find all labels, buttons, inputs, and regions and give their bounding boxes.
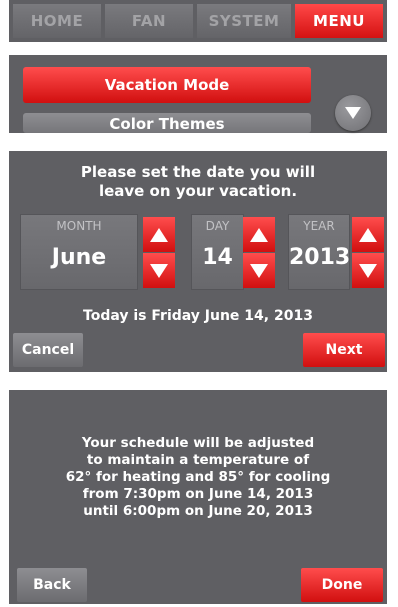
- month-value: June: [51, 245, 107, 270]
- menu-item-vacation-mode[interactable]: Vacation Mode: [23, 67, 311, 103]
- month-up-button[interactable]: [143, 217, 175, 252]
- day-field: DAY 14: [191, 214, 244, 290]
- done-button[interactable]: Done: [301, 568, 383, 602]
- arrow-up-icon: [250, 227, 268, 242]
- month-label: MONTH: [56, 219, 102, 233]
- day-label: DAY: [205, 219, 230, 233]
- month-down-button[interactable]: [143, 253, 175, 288]
- tab-system[interactable]: SYSTEM: [197, 4, 291, 38]
- year-value: 2013: [289, 245, 351, 270]
- day-up-button[interactable]: [243, 217, 275, 252]
- scroll-down-button[interactable]: [335, 95, 371, 131]
- summary-message: Your schedule will be adjusted to mainta…: [65, 435, 331, 519]
- top-nav-bar: HOME FAN SYSTEM MENU: [9, 0, 387, 42]
- arrow-down-icon: [359, 263, 377, 278]
- year-label: YEAR: [303, 219, 335, 233]
- tab-menu[interactable]: MENU: [295, 4, 383, 38]
- today-date-text: Today is Friday June 14, 2013: [83, 308, 313, 324]
- year-field: YEAR 2013: [288, 214, 350, 290]
- month-field: MONTH June: [20, 214, 138, 290]
- menu-item-color-themes[interactable]: Color Themes: [23, 113, 311, 133]
- menu-list-panel: Vacation Mode Color Themes: [9, 55, 387, 133]
- schedule-summary-panel: Your schedule will be adjusted to mainta…: [9, 390, 387, 604]
- year-up-button[interactable]: [352, 217, 384, 252]
- next-button[interactable]: Next: [303, 333, 385, 367]
- day-value: 14: [202, 245, 233, 270]
- arrow-up-icon: [359, 227, 377, 242]
- vacation-date-panel: Please set the date you will leave on yo…: [9, 151, 387, 372]
- date-prompt: Please set the date you will leave on yo…: [80, 163, 316, 200]
- tab-home[interactable]: HOME: [13, 4, 101, 38]
- arrow-up-icon: [150, 227, 168, 242]
- arrow-down-icon: [250, 263, 268, 278]
- chevron-down-icon: [345, 107, 361, 119]
- day-down-button[interactable]: [243, 253, 275, 288]
- tab-fan[interactable]: FAN: [105, 4, 193, 38]
- cancel-button[interactable]: Cancel: [13, 333, 83, 367]
- arrow-down-icon: [150, 263, 168, 278]
- year-down-button[interactable]: [352, 253, 384, 288]
- back-button[interactable]: Back: [17, 568, 87, 602]
